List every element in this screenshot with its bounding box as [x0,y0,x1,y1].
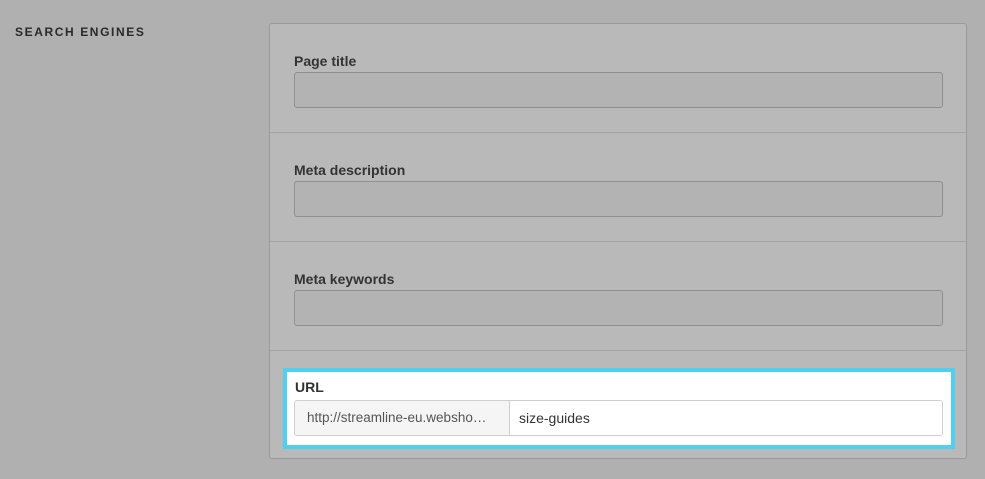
url-field-highlight: URL http://streamline-eu.websho… [283,368,955,449]
section-heading: SEARCH ENGINES [15,25,146,39]
meta-description-label: Meta description [294,162,406,178]
url-label: URL [295,379,324,395]
page-title-input[interactable] [294,72,943,108]
url-input-group: http://streamline-eu.websho… [294,400,943,436]
url-slug-input[interactable] [510,401,942,435]
meta-keywords-field: Meta keywords [270,242,966,350]
meta-description-input[interactable] [294,181,943,217]
page-title-field: Page title [270,24,966,132]
url-prefix: http://streamline-eu.websho… [295,401,510,435]
meta-keywords-input[interactable] [294,290,943,326]
meta-description-field: Meta description [270,133,966,241]
meta-keywords-label: Meta keywords [294,271,395,287]
divider [270,350,966,351]
page-title-label: Page title [294,53,357,69]
